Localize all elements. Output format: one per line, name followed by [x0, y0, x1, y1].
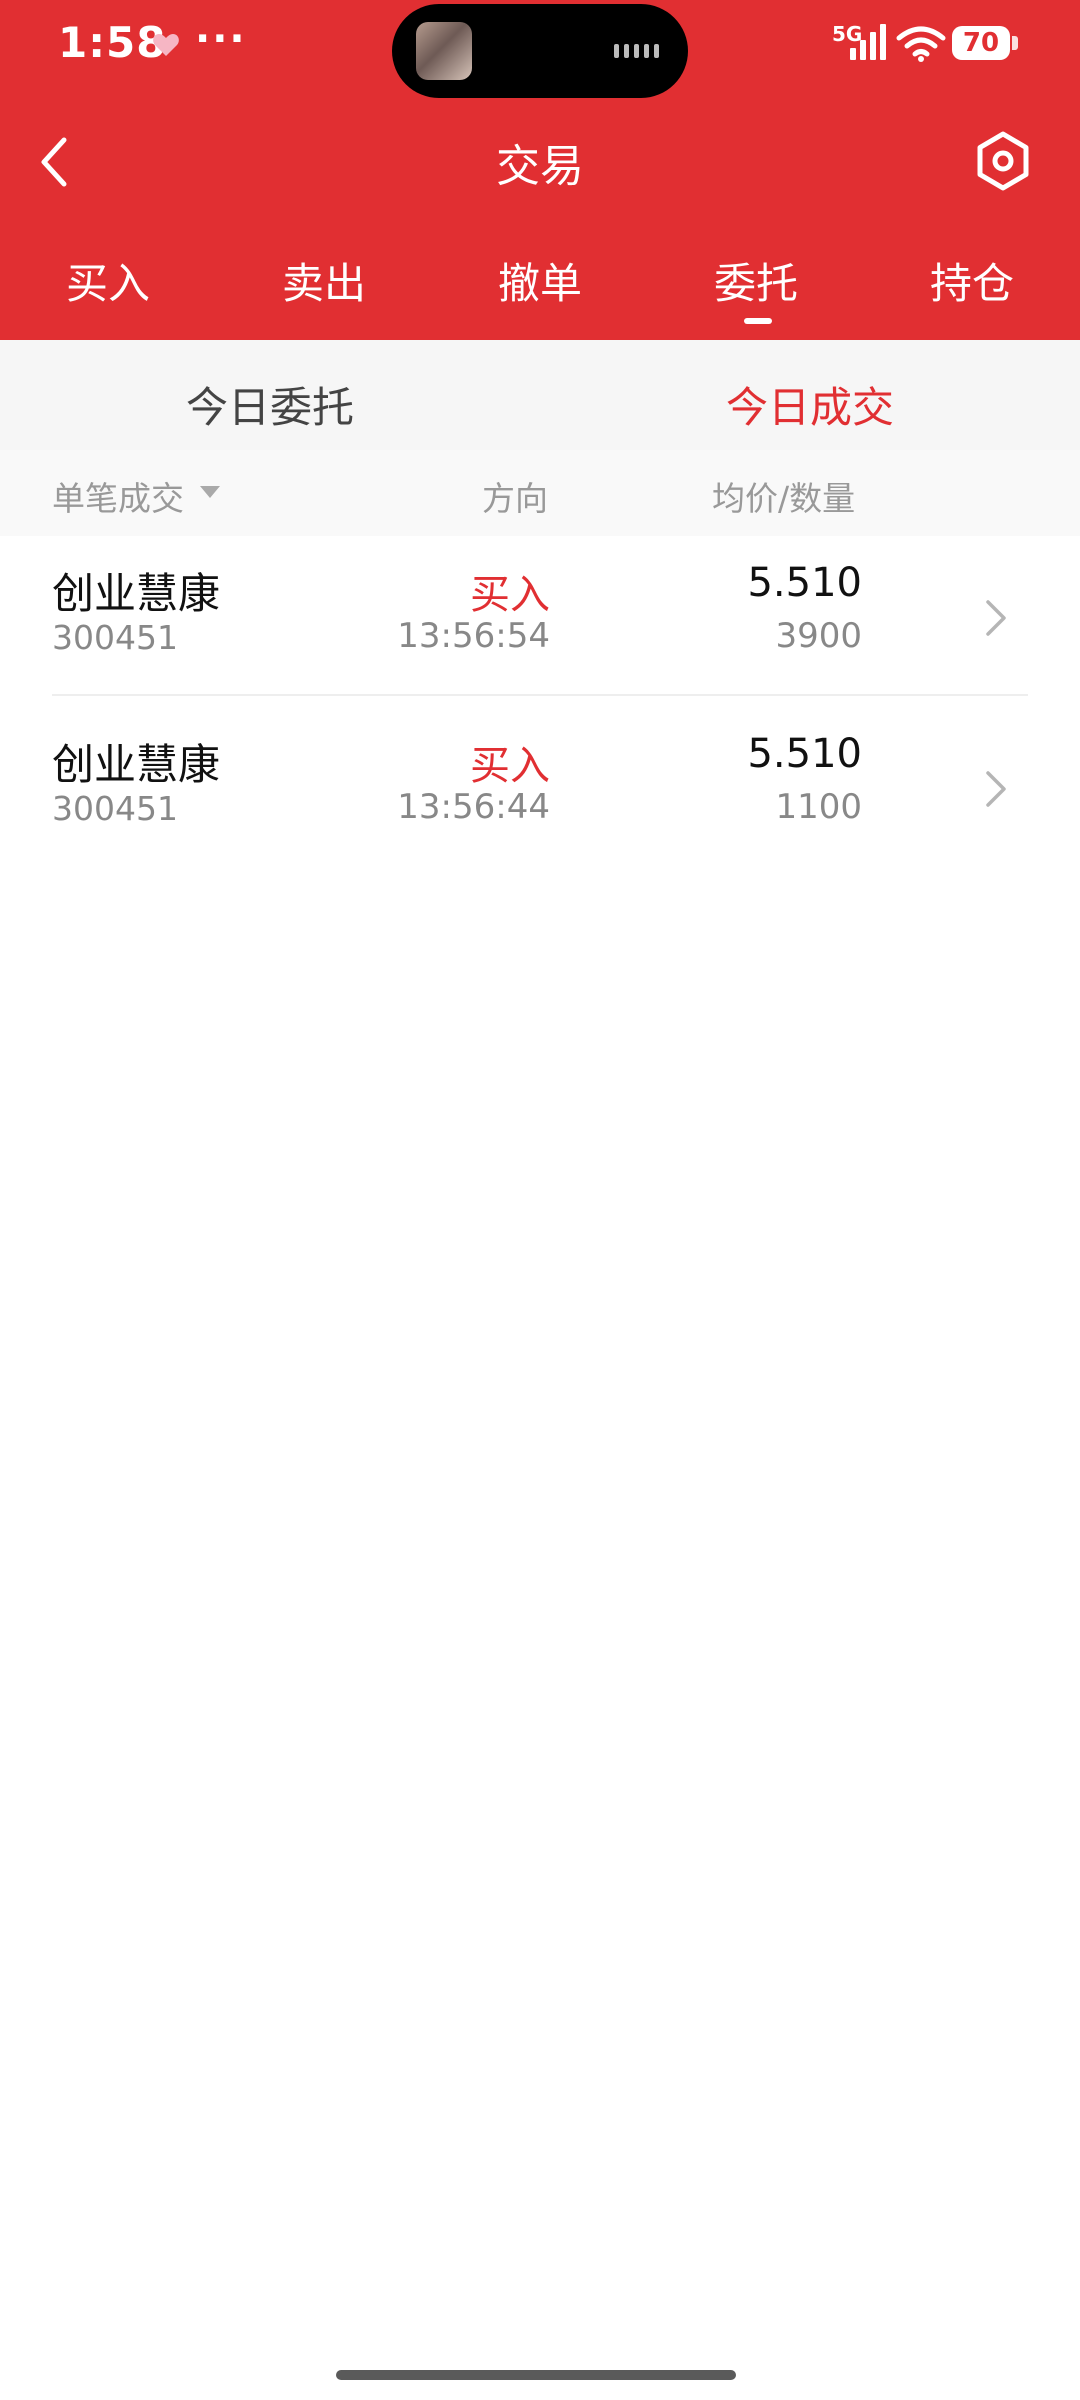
row-divider — [52, 694, 1028, 696]
chevron-right-icon — [986, 600, 1006, 636]
trade-time: 13:56:54 — [397, 616, 550, 656]
trade-direction: 买入 — [470, 743, 550, 789]
stock-code: 300451 — [52, 618, 178, 657]
subtab-bar: 今日委托 今日成交 — [0, 340, 1080, 450]
avg-price: 5.510 — [747, 560, 862, 606]
page-title: 交易 — [496, 141, 584, 192]
trade-time: 13:56:44 — [397, 787, 550, 827]
column-price-quantity: 均价/数量 — [712, 479, 856, 518]
trade-direction: 买入 — [470, 572, 550, 618]
wifi-icon — [896, 26, 946, 62]
trade-row[interactable]: 创业慧康 300451 买入 13:56:44 5.510 1100 — [0, 707, 1080, 877]
dropdown-caret-icon[interactable] — [200, 486, 220, 498]
audio-wave-icon — [614, 43, 660, 59]
tab-sell[interactable]: 卖出 — [244, 250, 404, 311]
chevron-right-icon — [986, 771, 1006, 807]
heart-icon — [153, 34, 179, 56]
stock-name: 创业慧康 — [52, 740, 221, 789]
column-header: 单笔成交 方向 均价/数量 — [0, 450, 1080, 536]
subtab-today-orders[interactable]: 今日委托 — [120, 374, 420, 435]
media-thumbnail[interactable] — [416, 22, 472, 80]
subtab-today-trades[interactable]: 今日成交 — [660, 374, 960, 435]
column-direction: 方向 — [482, 479, 548, 518]
stock-code: 300451 — [52, 789, 178, 828]
tab-positions[interactable]: 持仓 — [892, 250, 1052, 311]
trade-row[interactable]: 创业慧康 300451 买入 13:56:54 5.510 3900 — [0, 536, 1080, 706]
trade-quantity: 3900 — [775, 616, 862, 656]
trade-quantity: 1100 — [775, 787, 862, 827]
stock-name: 创业慧康 — [52, 569, 221, 618]
home-indicator[interactable] — [336, 2370, 736, 2380]
column-trade-filter[interactable]: 单笔成交 — [52, 472, 184, 520]
status-time: 1:58 — [58, 18, 167, 67]
signal-icon — [850, 24, 886, 60]
avg-price: 5.510 — [747, 731, 862, 777]
tab-orders[interactable]: 委托 — [676, 250, 836, 311]
settings-icon[interactable] — [972, 130, 1034, 192]
tab-cancel-order[interactable]: 撤单 — [460, 250, 620, 311]
more-status-icon: ··· — [195, 16, 247, 62]
battery-indicator: 70 — [952, 26, 1018, 60]
dynamic-island[interactable] — [392, 4, 688, 98]
active-tab-indicator — [744, 318, 772, 324]
tab-buy[interactable]: 买入 — [28, 250, 188, 311]
